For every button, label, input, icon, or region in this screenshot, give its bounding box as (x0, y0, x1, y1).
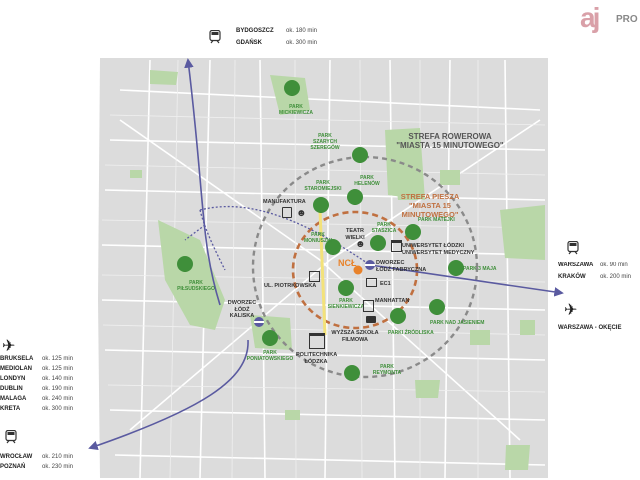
destination-time: ok. 210 min (42, 454, 74, 460)
poi-ec1: EC1 (380, 281, 391, 287)
plane-icon-east: ✈ (564, 302, 578, 319)
destination-row: WROCŁAW ok. 210 min (0, 454, 90, 464)
park-trzeciego-maja: PARK 3 MAJA (463, 266, 497, 272)
destination-city: KRETA (0, 406, 21, 412)
park-moniuszki: PARK MONIUSZKI (303, 232, 333, 244)
destination-time: ok. 230 min (42, 464, 74, 470)
destination-time: ok. 240 min (42, 396, 74, 402)
destination-row: BRUKSELA ok. 125 min (0, 356, 90, 366)
park-staromiejski: PARK STAROMIEJSKI (304, 180, 342, 192)
destination-row: MALAGA ok. 240 min (0, 396, 90, 406)
tenement-icon (309, 271, 320, 282)
park-matejki: PARK MATEJKI (418, 217, 455, 223)
destination-city: WROCŁAW (0, 454, 33, 460)
park-jesienem: PARK NAD JASIENIEM (430, 320, 485, 326)
tree-icon (262, 330, 278, 346)
logo-text: PRO (616, 14, 638, 25)
park-helenow: PARK HELENÓW (354, 175, 380, 187)
east-airport-label: WARSZAWA - OKĘCIE (558, 325, 622, 331)
destination-city: DUBLIN (0, 386, 23, 392)
destination-time: ok. 300 min (42, 406, 74, 412)
poi-politechnika: POLITECHNIKA ŁÓDZKA (296, 352, 338, 365)
destination-time: ok. 140 min (42, 376, 74, 382)
park-poniatowskiego: PARK PONIATOWSKIEGO (246, 350, 294, 362)
plane-icon-west: ✈ (2, 338, 16, 355)
destination-row: KRETA ok. 300 min (0, 406, 90, 416)
tree-icon (352, 147, 368, 163)
destination-row: GDAŃSK ok. 300 min (236, 40, 318, 46)
destination-city: POZNAŃ (0, 464, 26, 470)
tree-icon (429, 299, 445, 315)
destination-city: LONDYN (0, 376, 26, 382)
tree-icon (370, 235, 386, 251)
park-mickiewicza: PARK MICKIEWICZA (279, 104, 313, 116)
tree-icon (344, 365, 360, 381)
west-air-list: BRUKSELA ok. 125 min MEDIOLAN ok. 125 min LO… (0, 356, 90, 416)
park-sienkiewicza: PARK SIENKIEWICZA (327, 298, 365, 310)
destination-time: ok. 190 min (42, 386, 74, 392)
factory-icon (366, 278, 377, 287)
bike-zone-label: STREFA ROWEROWA "MIASTA 15 MINUTOWEGO" (396, 132, 504, 150)
logo-letters: aj (580, 2, 600, 33)
east-train-list: WARSZAWA ok. 90 min KRAKÓW ok. 200 min (558, 262, 640, 286)
shopping-bag-icon (282, 207, 292, 218)
park-zrodliska: PARKI ŹRÓDLISKA (388, 330, 434, 336)
destination-time: ok. 125 min (42, 366, 74, 372)
destination-row: BYDGOSZCZ ok. 180 min (236, 28, 318, 34)
tree-icon (448, 260, 464, 276)
skyscraper-icon (363, 300, 374, 312)
north-train-list: BYDGOSZCZ ok. 180 min GDAŃSK ok. 300 min (236, 28, 336, 52)
train-icon-north (208, 30, 222, 44)
destination-city: MEDIOLAN (0, 366, 32, 372)
park-szarych: PARK SZARYCH SZEREGÓW (310, 133, 340, 151)
poi-szkola-filmowa: WYŻSZA SZKOŁA FILMOWA (331, 330, 379, 343)
destination-row: POZNAŃ ok. 230 min (0, 464, 90, 474)
park-staszica: PARK STASZICA (371, 222, 397, 234)
destination-row: LONDYN ok. 140 min (0, 376, 90, 386)
destination-city: BRUKSELA (0, 356, 34, 362)
tree-icon (284, 80, 300, 96)
walk-zone-label: STREFA PIESZA "MIASTA 15 MINUTOWEGO" (400, 192, 460, 219)
poi-manufaktura: MANUFAKTURA (263, 199, 306, 205)
brand-logo: aj PRO (580, 2, 640, 42)
destination-row: WARSZAWA ok. 90 min (558, 262, 628, 268)
destination-city: MALAGA (0, 396, 27, 402)
park-reymonta: PARK REYMONTA (372, 364, 402, 376)
film-camera-icon (366, 316, 376, 323)
tree-icon (347, 189, 363, 205)
tree-icon (313, 197, 329, 213)
theater-masks-icon-2: ☻ (355, 239, 366, 250)
train-icon-east (566, 241, 580, 255)
poi-uniwersytet: UNIWERSYTET ŁÓDZKI UNIWERSYTET MEDYCZNY (402, 243, 475, 256)
park-pilsudskiego: PARK PIŁSUDSKIEGO (177, 280, 215, 292)
destination-time: ok. 125 min (42, 356, 74, 362)
tree-icon (405, 224, 421, 240)
poi-dworzec-kaliska: DWORZEC ŁÓDŹ KALISKA (227, 300, 257, 319)
poi-dworzec-fabryczna: DWORZEC ŁÓDŹ FABRYCZNA (376, 260, 427, 273)
tree-icon (338, 280, 354, 296)
tree-icon (177, 256, 193, 272)
university-icon (309, 333, 325, 349)
theater-masks-icon: ☻ (296, 208, 307, 219)
building-icon (391, 240, 402, 252)
ncl-label: NCŁ (338, 258, 357, 268)
poi-piotrkowska: UL. PIOTRKOWSKA (264, 283, 317, 289)
destination-row: KRAKÓW ok. 200 min (558, 274, 632, 280)
destination-row: MEDIOLAN ok. 125 min (0, 366, 90, 376)
train-icon-west (4, 430, 18, 444)
tree-icon (390, 308, 406, 324)
destination-row: DUBLIN ok. 190 min (0, 386, 90, 396)
poi-manhattan: MANHATTAN (375, 298, 410, 304)
west-train-list: WROCŁAW ok. 210 min POZNAŃ ok. 230 min (0, 454, 90, 474)
